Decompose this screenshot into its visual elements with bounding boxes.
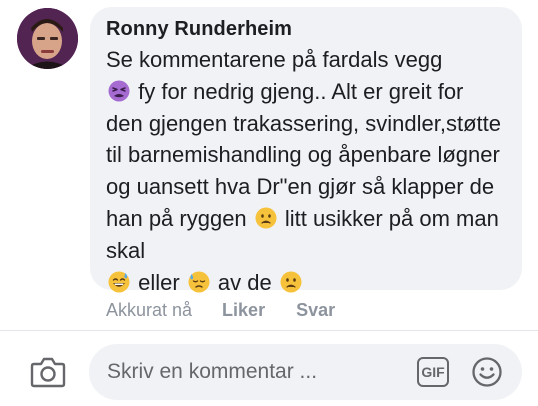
divider (0, 330, 538, 331)
downcast-sweat-icon (188, 271, 210, 293)
avatar[interactable] (17, 8, 78, 69)
camera-icon[interactable] (30, 356, 66, 388)
tired-face-icon (108, 80, 130, 102)
comment-view: Ronny Runderheim Se kommentarene på fard… (0, 0, 538, 406)
comment-author[interactable]: Ronny Runderheim (106, 16, 506, 42)
grinning-sweat-icon (108, 271, 130, 293)
comment-text-segment: av de (211, 269, 278, 295)
comment-timestamp[interactable]: Akkurat nå (106, 300, 192, 321)
comment-body: Se kommentarene på fardals vegg fy for n… (106, 44, 506, 298)
like-button[interactable]: Liker (222, 300, 265, 321)
comment-bubble[interactable]: Ronny Runderheim Se kommentarene på fard… (90, 7, 522, 295)
gif-button[interactable]: GIF (417, 357, 449, 387)
reply-button[interactable]: Svar (296, 300, 335, 321)
comment-text-segment: eller (132, 269, 186, 295)
comment-input[interactable] (107, 344, 407, 400)
smiley-icon[interactable] (471, 356, 503, 388)
comment-text-segment: Se kommentarene på fardals vegg (106, 47, 443, 72)
frowning-face-icon (255, 207, 277, 229)
comment-composer[interactable]: GIF (89, 344, 522, 400)
comment-actions: Akkurat nå Liker Svar (106, 297, 366, 323)
frowning-face-icon (280, 271, 302, 293)
